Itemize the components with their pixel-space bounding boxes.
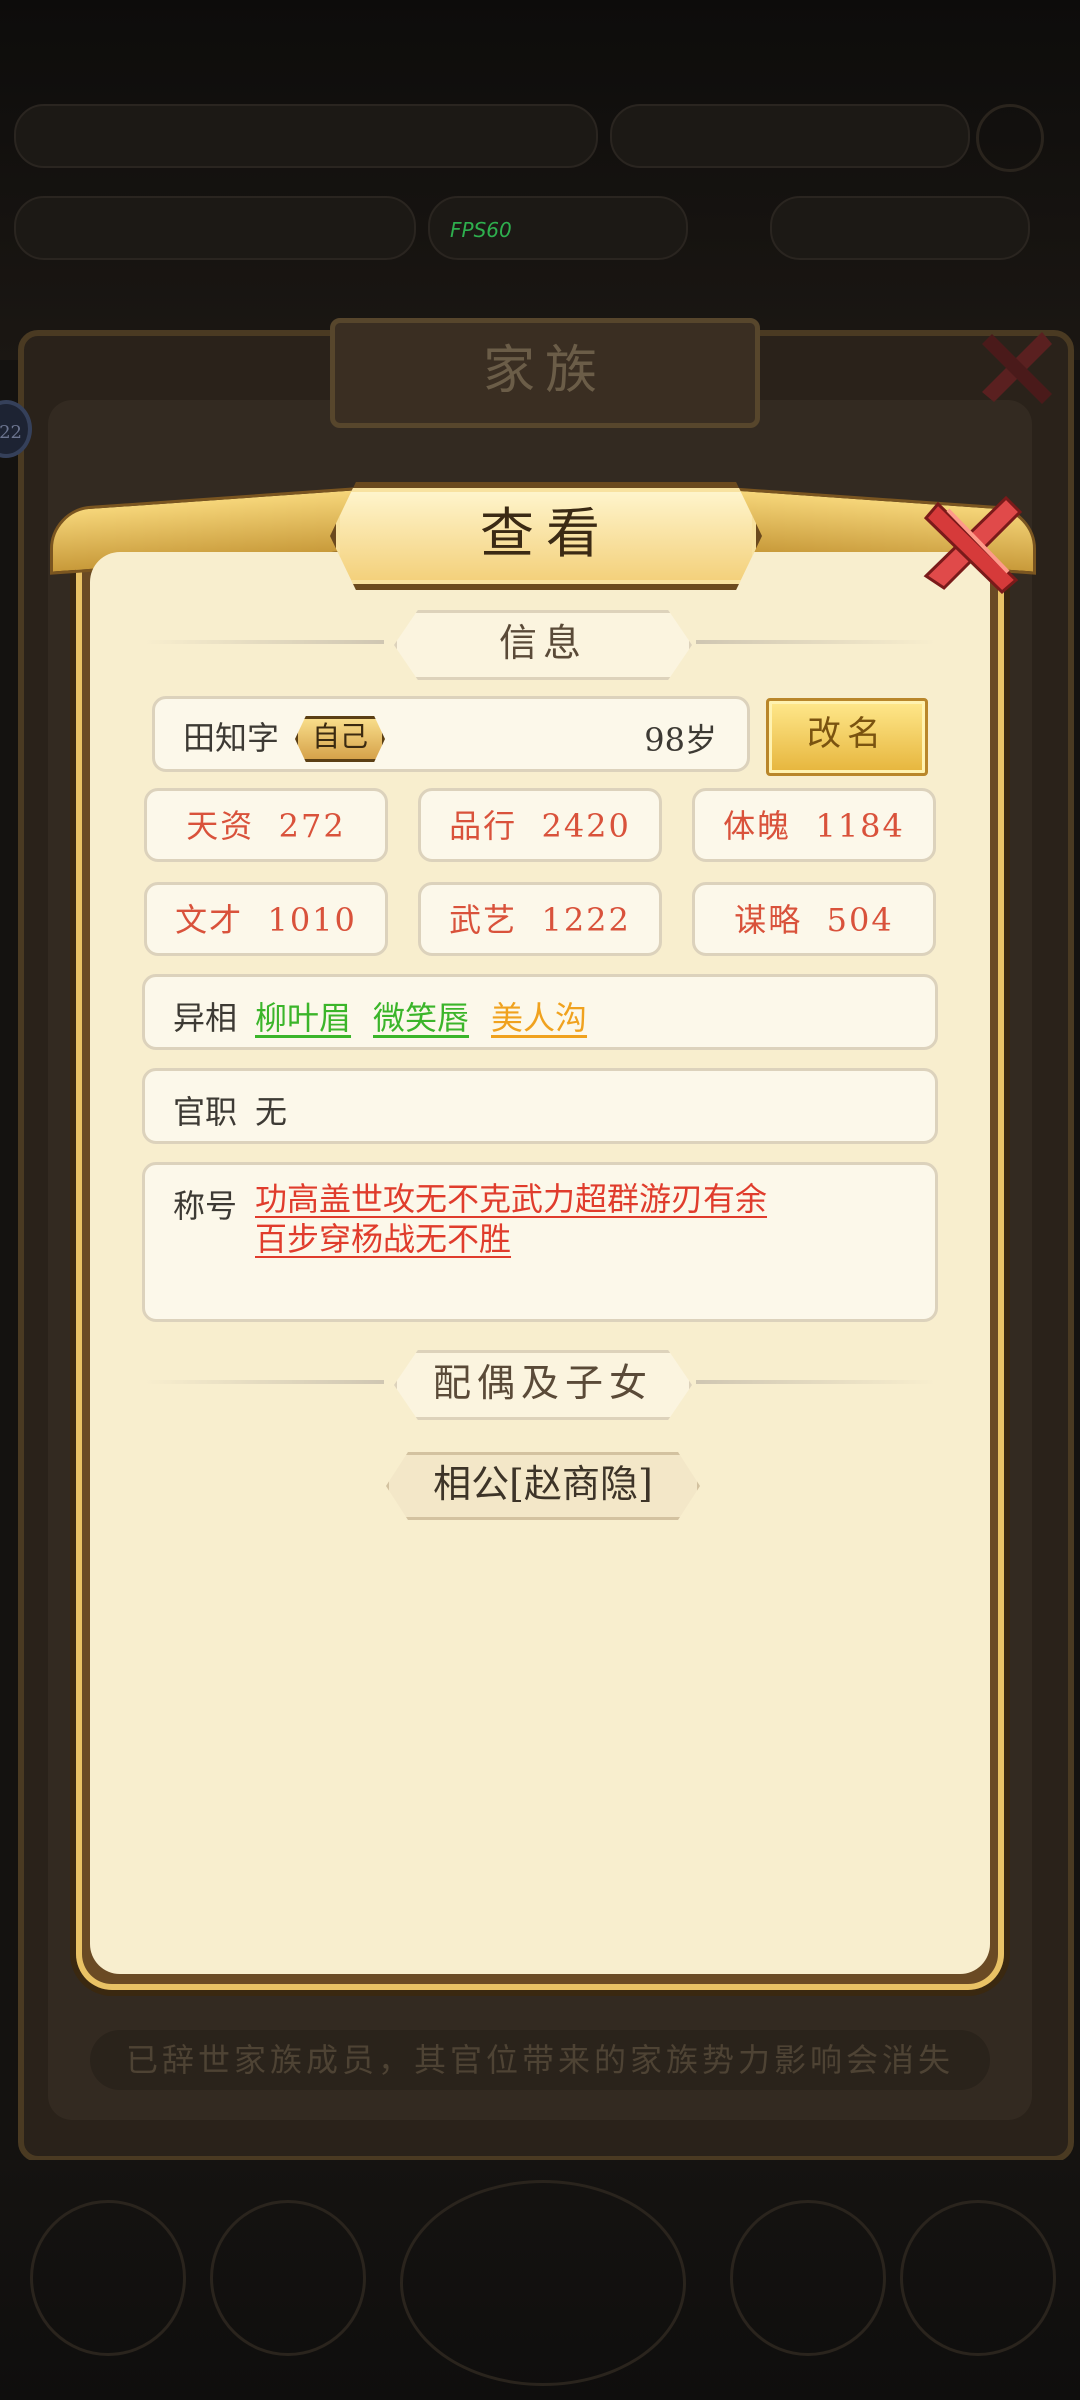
appearance-label: 异相: [173, 999, 238, 1037]
stat-label: 武艺: [449, 901, 518, 939]
divider-right: [696, 1380, 936, 1384]
bg-nav-icon-2: [210, 2200, 366, 2356]
family-section-header: 配偶及子女: [144, 1350, 936, 1420]
divider-right: [696, 640, 936, 644]
deceased-notice: 已辞世家族成员，其官位带来的家族势力影响会消失: [90, 2030, 990, 2090]
bg-help-icon: [976, 104, 1044, 172]
background-top-bar: [0, 0, 1080, 360]
stat-value: 1222: [541, 901, 631, 939]
office-label: 官职: [173, 1093, 238, 1131]
bg-resource-pill: [14, 104, 598, 168]
spouse-button[interactable]: 相公[赵商隐]: [386, 1452, 700, 1520]
info-section-header: 信息: [144, 610, 936, 680]
bg-nav-icon-5: [900, 2200, 1056, 2356]
bg-nav-icon-3: [400, 2180, 686, 2386]
honor-label: 称号: [173, 1187, 238, 1225]
stat-label: 天资: [186, 807, 255, 845]
stat-physique: 体魄 1184: [692, 788, 936, 862]
stat-literary: 文才 1010: [144, 882, 388, 956]
bg-resource-pill-2: [610, 104, 970, 168]
rename-button[interactable]: 改名: [766, 698, 928, 776]
character-name: 田知字: [183, 719, 280, 757]
stat-label: 谋略: [734, 901, 803, 939]
stat-label: 品行: [449, 807, 518, 845]
bg-stat-pill: [14, 196, 416, 260]
divider-left: [144, 1380, 384, 1384]
stat-label: 体魄: [723, 807, 792, 845]
honor-titles[interactable]: 功高盖世攻无不克武力超群游刃有余 百步穿杨战无不胜: [255, 1179, 895, 1259]
dialog-title: 查看: [330, 482, 762, 590]
stat-conduct: 品行 2420: [418, 788, 662, 862]
appearance-trait[interactable]: 柳叶眉: [255, 993, 351, 1039]
close-icon[interactable]: [908, 484, 1036, 602]
honor-titles-line: 百步穿杨战无不胜: [255, 1220, 512, 1258]
family-close-icon[interactable]: [972, 322, 1062, 412]
bg-stat-pill-3: [770, 196, 1030, 260]
office-value: 无: [255, 1093, 288, 1131]
office-row: 官职 无: [142, 1068, 938, 1144]
divider-left: [144, 640, 384, 644]
stat-strategy: 谋略 504: [692, 882, 936, 956]
fps-counter: FPS60: [450, 218, 512, 242]
stat-value: 2420: [541, 807, 631, 845]
stat-talent: 天资 272: [144, 788, 388, 862]
appearance-trait[interactable]: 微笑唇: [373, 993, 469, 1039]
appearance-row: 异相 柳叶眉 微笑唇 美人沟: [142, 974, 938, 1050]
bg-nav-icon-4: [730, 2200, 886, 2356]
info-section-label: 信息: [394, 610, 692, 680]
stat-label: 文才: [175, 901, 244, 939]
appearance-trait[interactable]: 美人沟: [491, 993, 587, 1039]
name-field: 田知字 自己 98岁: [152, 696, 750, 772]
stat-martial: 武艺 1222: [418, 882, 662, 956]
stat-value: 1010: [267, 901, 357, 939]
honor-titles-box: 称号 功高盖世攻无不克武力超群游刃有余 百步穿杨战无不胜: [142, 1162, 938, 1322]
honor-titles-line: 功高盖世攻无不克武力超群游刃有余: [255, 1180, 768, 1218]
character-age: 98岁: [644, 721, 717, 759]
family-window-title: 家族: [330, 318, 760, 428]
stat-value: 504: [826, 901, 894, 939]
bg-nav-icon-1: [30, 2200, 186, 2356]
stat-value: 1184: [815, 807, 905, 845]
family-section-label: 配偶及子女: [394, 1350, 692, 1420]
self-badge: 自己: [295, 716, 385, 762]
stat-value: 272: [278, 807, 346, 845]
